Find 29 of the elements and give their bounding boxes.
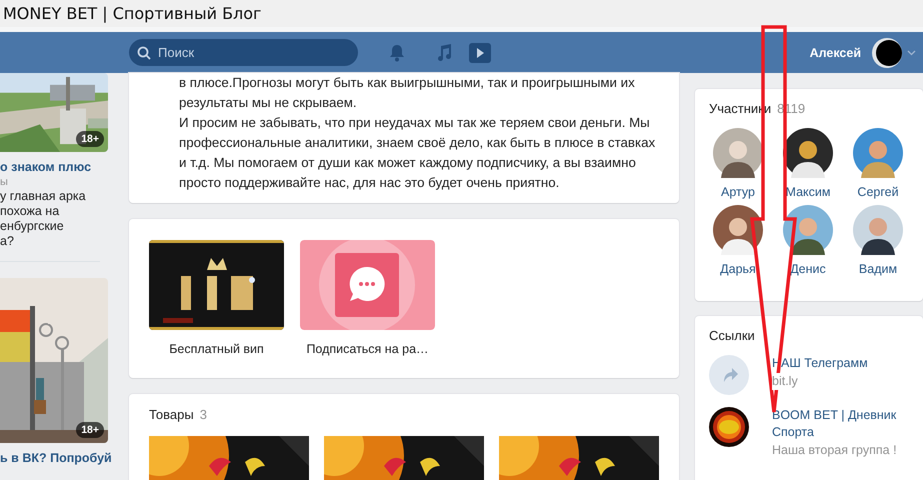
app-label[interactable]: Подписаться на ра… — [306, 342, 429, 356]
age-badge: 18+ — [76, 131, 104, 147]
post-text: И просим не забывать, что при неудачах мы так же теряем свои деньги. Мы профессиональные аналитики, знаем своё дело, как быть в плюсе в ставках и т.д. Мы помогаем от души как может каждому подписчику, а вы взаимно просто поддерживайте нас, для нас это будет очень приятно. — [179, 114, 656, 192]
ad-title[interactable]: о знаком плюс — [0, 160, 108, 175]
ad-text: у главная арка — [0, 189, 87, 204]
user-name[interactable]: Алексей — [810, 46, 861, 60]
link-subtitle: Наша вторая группа ! — [772, 442, 897, 459]
member-name[interactable]: Максим — [786, 185, 830, 199]
link-subtitle: bit.ly — [772, 373, 798, 390]
age-badge: 18+ — [76, 422, 104, 438]
search-icon — [137, 46, 151, 60]
link-title[interactable]: BOOM BET | Дневник Спорта — [772, 407, 909, 441]
play-icon[interactable] — [469, 42, 491, 62]
ad-text: похожа на — [0, 204, 60, 219]
post-text: в плюсе.Прогнозы могут быть как выигрышными, так и проигрышными их результаты мы не скрываем. — [179, 74, 636, 112]
user-avatar[interactable] — [872, 38, 902, 68]
member-name[interactable]: Дарья — [720, 262, 756, 276]
ad-text: а? — [0, 234, 15, 249]
app-label[interactable]: Бесплатный вип — [169, 342, 264, 356]
section-title: Товары — [149, 407, 194, 422]
section-title: Ссылки — [709, 328, 756, 343]
window-title: MONEY BET | Спортивный Блог — [2, 4, 262, 23]
search-field[interactable]: Поиск — [129, 39, 358, 66]
member-name[interactable]: Артур — [721, 185, 755, 199]
member-name[interactable]: Вадим — [858, 262, 898, 276]
ad-meta: ы — [0, 175, 9, 189]
ad-text: енбургские — [0, 219, 65, 234]
goods-count: 3 — [200, 407, 207, 422]
member-name[interactable]: Сергей — [857, 185, 899, 199]
